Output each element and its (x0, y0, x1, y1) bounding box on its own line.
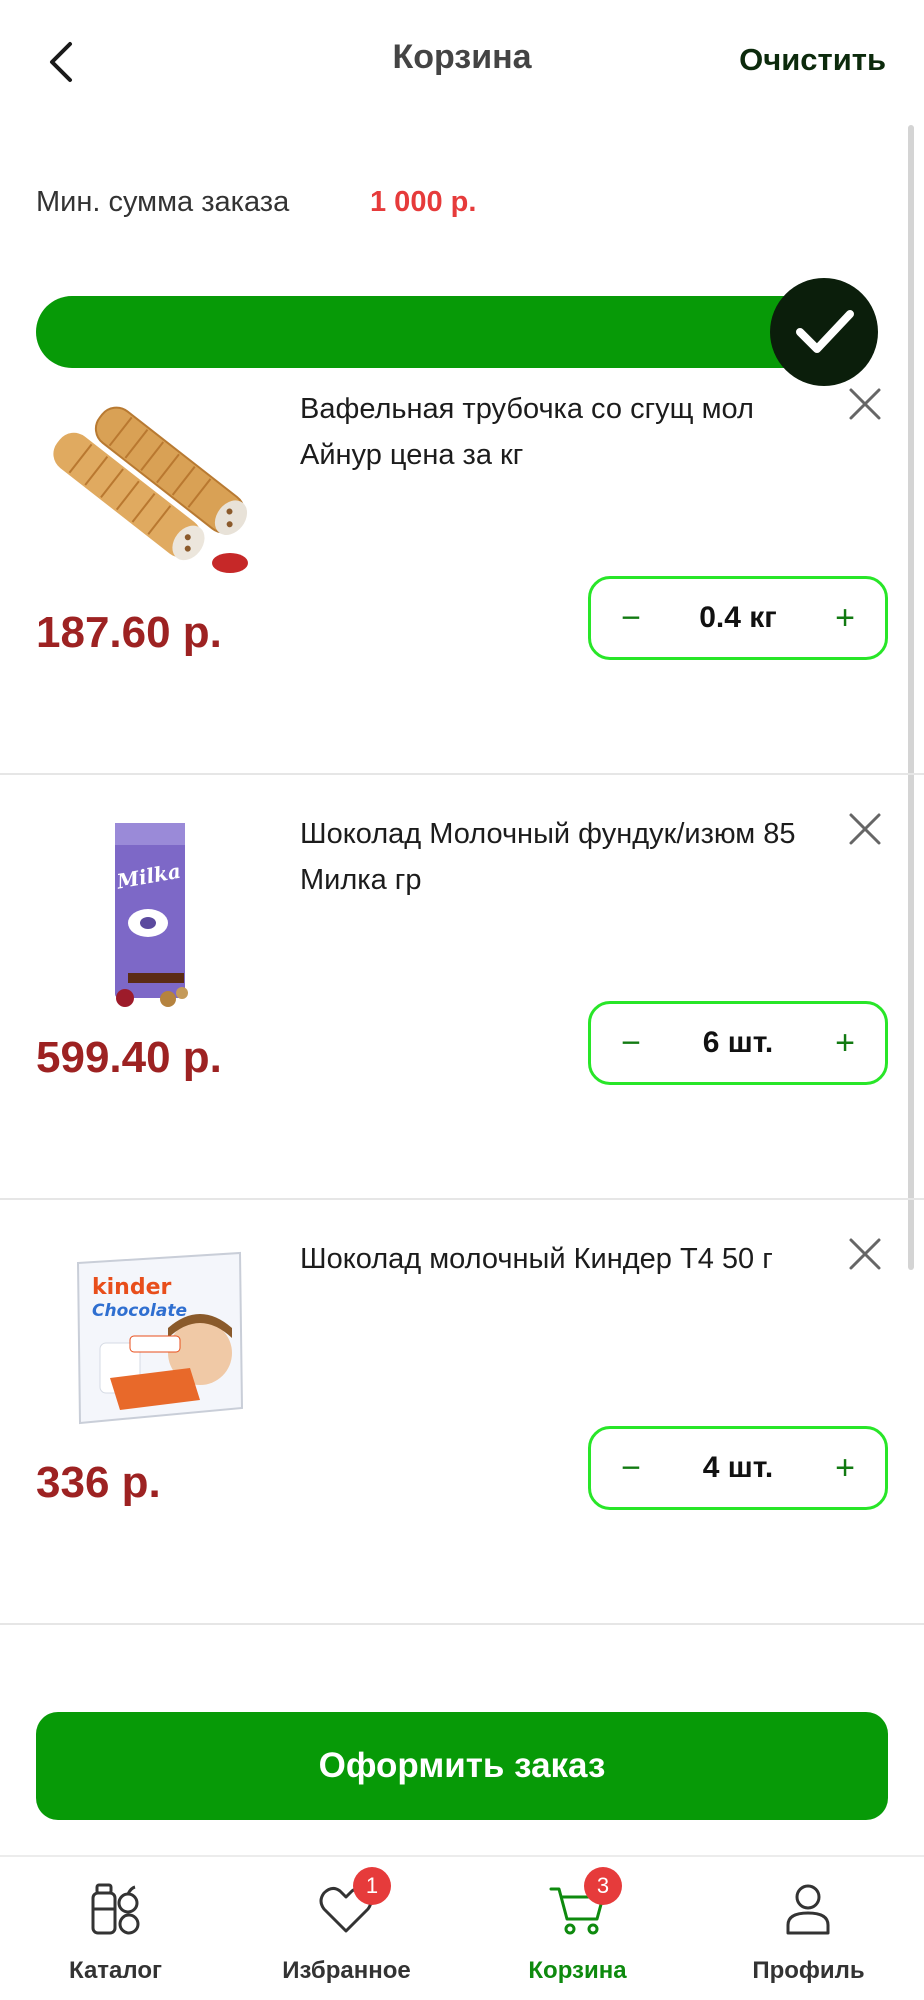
quantity-value: 0.4 кг (699, 601, 777, 634)
close-icon (849, 813, 881, 845)
close-icon (849, 1238, 881, 1270)
remove-item-button[interactable] (845, 809, 885, 849)
cart-item-price: 336 р. (36, 1458, 161, 1507)
cart-item-price: 599.40 р. (36, 1033, 222, 1082)
cart-item: Вафельная трубочка со сгущ мол Айнур цен… (0, 350, 924, 775)
nav-label: Корзина (528, 1957, 627, 1984)
kinder-chocolate-image: kinder Chocolate (50, 1228, 260, 1443)
nav-label: Избранное (282, 1957, 411, 1984)
min-order-value: 1 000 р. (370, 186, 477, 218)
quantity-stepper: − 0.4 кг + (588, 576, 888, 660)
cart-item: Milka Шоколад Молочный фундук/изюм 85 Ми… (0, 775, 924, 1200)
quantity-stepper: − 4 шт. + (588, 1426, 888, 1510)
remove-item-button[interactable] (845, 1234, 885, 1274)
milka-chocolate-image: Milka (50, 803, 260, 1018)
nav-label: Профиль (752, 1957, 865, 1984)
decrement-button[interactable]: − (601, 1439, 661, 1497)
header: Корзина Очистить (0, 0, 924, 125)
remove-item-button[interactable] (845, 384, 885, 424)
nav-item-cart[interactable]: 3 Корзина (462, 1857, 693, 2000)
wafer-rolls-image (50, 378, 260, 593)
clear-cart-button[interactable]: Очистить (739, 42, 886, 78)
min-order-label: Мин. сумма заказа (36, 186, 290, 218)
profile-icon (786, 1884, 830, 1935)
cart-item-name: Шоколад молочный Киндер Т4 50 г (300, 1243, 773, 1275)
cart-item-price: 187.60 р. (36, 608, 222, 657)
nav-item-catalog[interactable]: Каталог (0, 1857, 231, 2000)
increment-button[interactable]: + (815, 589, 875, 647)
quantity-value: 4 шт. (702, 1451, 774, 1484)
cart-item: kinder Chocolate Шоколад молочный Киндер… (0, 1200, 924, 1625)
decrement-button[interactable]: − (601, 589, 661, 647)
increment-button[interactable]: + (815, 1014, 875, 1072)
kinder-brand-text: kinder (92, 1275, 172, 1300)
cart-item-name: Вафельная трубочка со сгущ мол Айнур цен… (300, 393, 754, 471)
kinder-product-text: Chocolate (92, 1301, 187, 1321)
cart-badge: 3 (584, 1867, 622, 1905)
quantity-value: 6 шт. (702, 1026, 774, 1059)
close-icon (849, 388, 881, 420)
checkout-button[interactable]: Оформить заказ (36, 1712, 888, 1820)
bottom-navigation: Каталог 1 Избранное 3 Корзина Профиль (0, 1855, 924, 2000)
increment-button[interactable]: + (815, 1439, 875, 1497)
catalog-icon (91, 1883, 140, 1935)
cart-item-name: Шоколад Молочный фундук/изюм 85 Милка гр (300, 818, 796, 896)
nav-label: Каталог (69, 1957, 162, 1984)
quantity-stepper: − 6 шт. + (588, 1001, 888, 1085)
nav-item-favorites[interactable]: 1 Избранное (231, 1857, 462, 2000)
favorites-badge: 1 (353, 1867, 391, 1905)
decrement-button[interactable]: − (601, 1014, 661, 1072)
nav-item-profile[interactable]: Профиль (693, 1857, 924, 2000)
